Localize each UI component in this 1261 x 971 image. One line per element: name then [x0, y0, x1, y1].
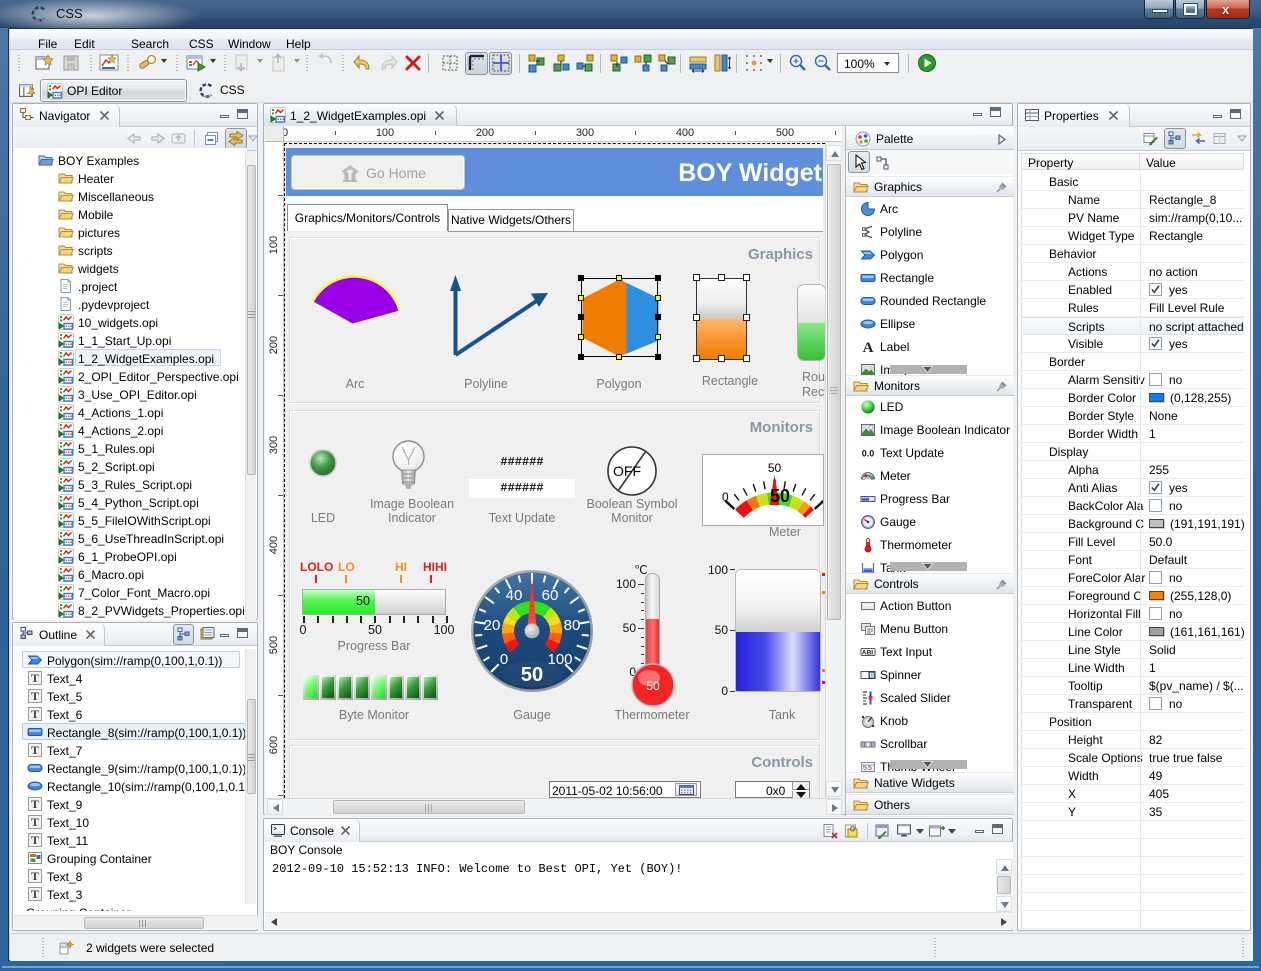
- svg-text:60: 60: [542, 587, 559, 604]
- svg-text:20: 20: [484, 617, 501, 634]
- svg-text:0: 0: [500, 651, 508, 668]
- svg-text:50: 50: [646, 679, 660, 693]
- svg-text:80: 80: [564, 617, 581, 634]
- svg-text:50: 50: [768, 461, 782, 475]
- svg-text:0: 0: [722, 490, 729, 504]
- svg-text:40: 40: [506, 587, 523, 604]
- svg-text:50: 50: [770, 486, 790, 506]
- svg-text:50: 50: [521, 664, 543, 686]
- svg-text:OFF: OFF: [613, 463, 641, 479]
